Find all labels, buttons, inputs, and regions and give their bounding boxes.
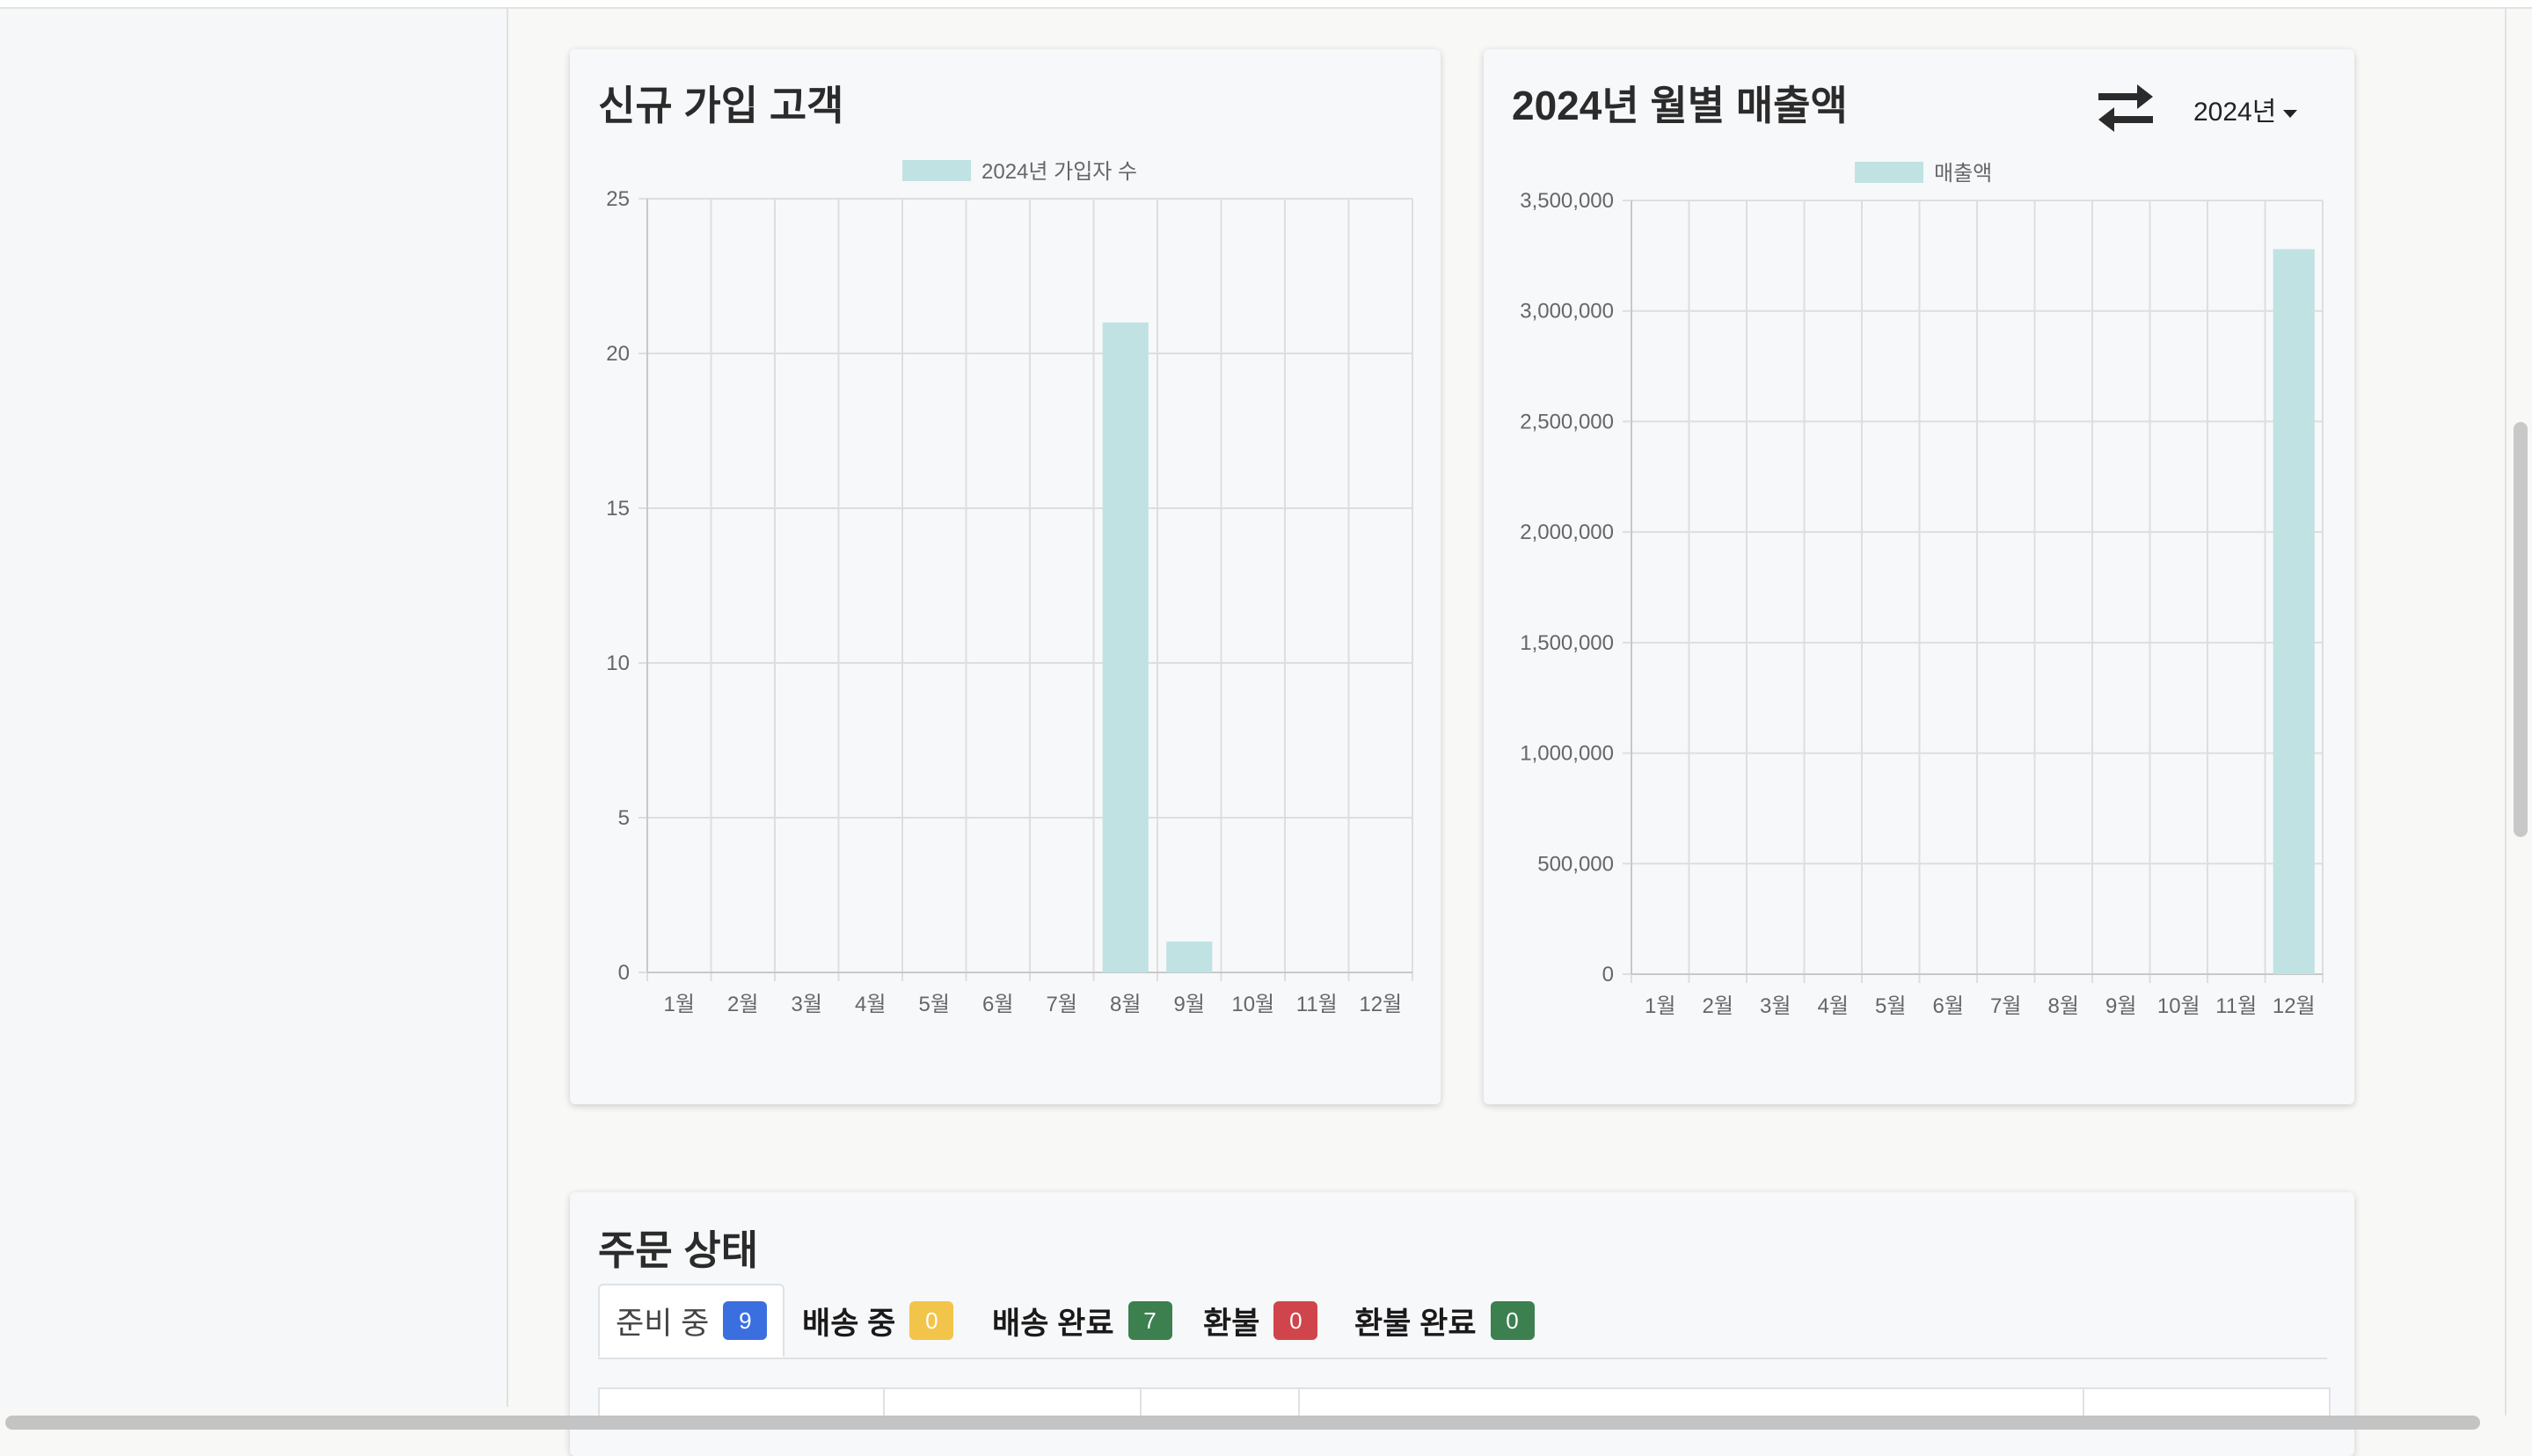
x-tick-label: 6월 [982,993,1013,1016]
bar [1102,322,1149,972]
legend-swatch [1855,162,1923,183]
y-tick-label: 0 [618,961,630,985]
sidebar [0,9,508,1407]
monthly-sales-bar-chart: 0 500,000 1,000,000 1,500,000 2,000,000 2,500… [1520,162,2324,1018]
x-tick-label: 12월 [2273,994,2316,1018]
count-badge: 0 [1273,1301,1318,1340]
bar [2273,249,2315,974]
x-tick-label: 12월 [1359,993,1402,1016]
tab-delivered[interactable]: 배송 완료 7 [992,1284,1172,1358]
y-tick-label: 15 [606,497,630,521]
chevron-down-icon [2283,109,2298,118]
x-tick-label: 6월 [1933,994,1964,1018]
x-tick-label: 3월 [1760,994,1791,1018]
x-tick-label: 11월 [1296,993,1338,1016]
x-tick-label: 11월 [2215,994,2257,1018]
order-status-tabs: 준비 중 9 배송 중 0 배송 완료 7 환불 0 환불 완료 0 [598,1284,2327,1359]
swap-arrows-icon[interactable] [2095,79,2156,135]
signup-bar-chart: 0 5 10 15 20 25 1월 2월 3월 4월 5월 6월 7월 8월 9월 10월 11월 12월 202… [606,160,1413,1016]
signup-chart-title: 신규 가입 고객 [598,83,844,128]
y-tick-label: 3,000,000 [1520,300,1614,324]
x-tick-label: 9월 [2105,994,2136,1018]
top-border [0,0,2532,9]
legend-swatch [902,160,971,181]
x-tick-label: 10월 [2157,994,2200,1018]
tab-label: 배송 완료 [992,1306,1114,1341]
legend-label: 매출액 [1934,162,1992,186]
y-tick-label: 5 [618,806,630,830]
x-tick-label: 1월 [1645,994,1675,1018]
y-tick-label: 1,000,000 [1520,742,1614,766]
x-tick-label: 5월 [1875,994,1906,1018]
y-tick-label: 25 [606,187,630,211]
tab-label: 준비 중 [616,1306,710,1341]
tab-label: 환불 완료 [1354,1306,1477,1341]
y-tick-label: 10 [606,652,630,675]
vertical-scrollbar[interactable] [2514,422,2528,837]
order-status-title: 주문 상태 [598,1227,759,1273]
x-tick-label: 5월 [919,993,950,1016]
year-dropdown[interactable]: 2024년 [2193,90,2298,128]
sales-chart-title: 2024년 월별 매출액 [1512,83,1848,128]
tab-label: 환불 [1203,1306,1260,1341]
horizontal-scrollbar[interactable] [5,1416,2480,1430]
tab-refund-completed[interactable]: 환불 완료 0 [1354,1284,1535,1358]
y-tick-label: 2,000,000 [1520,521,1614,544]
year-dropdown-label: 2024년 [2193,98,2277,127]
content-right-border [2505,9,2506,1416]
x-tick-label: 4월 [1818,994,1849,1018]
x-tick-label: 7월 [1047,993,1077,1016]
y-tick-label: 0 [1602,963,1614,986]
y-tick-label: 2,500,000 [1520,410,1614,433]
tab-label: 배송 중 [802,1306,896,1341]
y-tick-label: 500,000 [1537,852,1614,876]
y-tick-label: 20 [606,342,630,366]
x-tick-label: 7월 [1990,994,2021,1018]
bar [1166,941,1213,972]
count-badge: 0 [1490,1301,1535,1340]
tab-preparing[interactable]: 준비 중 9 [598,1284,785,1358]
x-tick-label: 10월 [1231,993,1274,1016]
count-badge: 7 [1127,1301,1172,1340]
y-tick-label: 1,500,000 [1520,631,1614,655]
tab-refund[interactable]: 환불 0 [1203,1284,1318,1358]
legend-label: 2024년 가입자 수 [981,160,1137,184]
x-tick-label: 9월 [1174,993,1205,1016]
x-tick-label: 3월 [792,993,822,1016]
count-badge: 0 [909,1301,954,1340]
x-tick-label: 2월 [1703,994,1733,1018]
tab-shipping[interactable]: 배송 중 0 [802,1284,954,1358]
y-tick-label: 3,500,000 [1520,189,1614,213]
x-tick-label: 1월 [664,993,695,1016]
x-tick-label: 4월 [855,993,886,1016]
x-tick-label: 8월 [1110,993,1141,1016]
count-badge: 9 [723,1301,768,1340]
x-tick-label: 2월 [727,993,758,1016]
x-tick-label: 8월 [2048,994,2079,1018]
